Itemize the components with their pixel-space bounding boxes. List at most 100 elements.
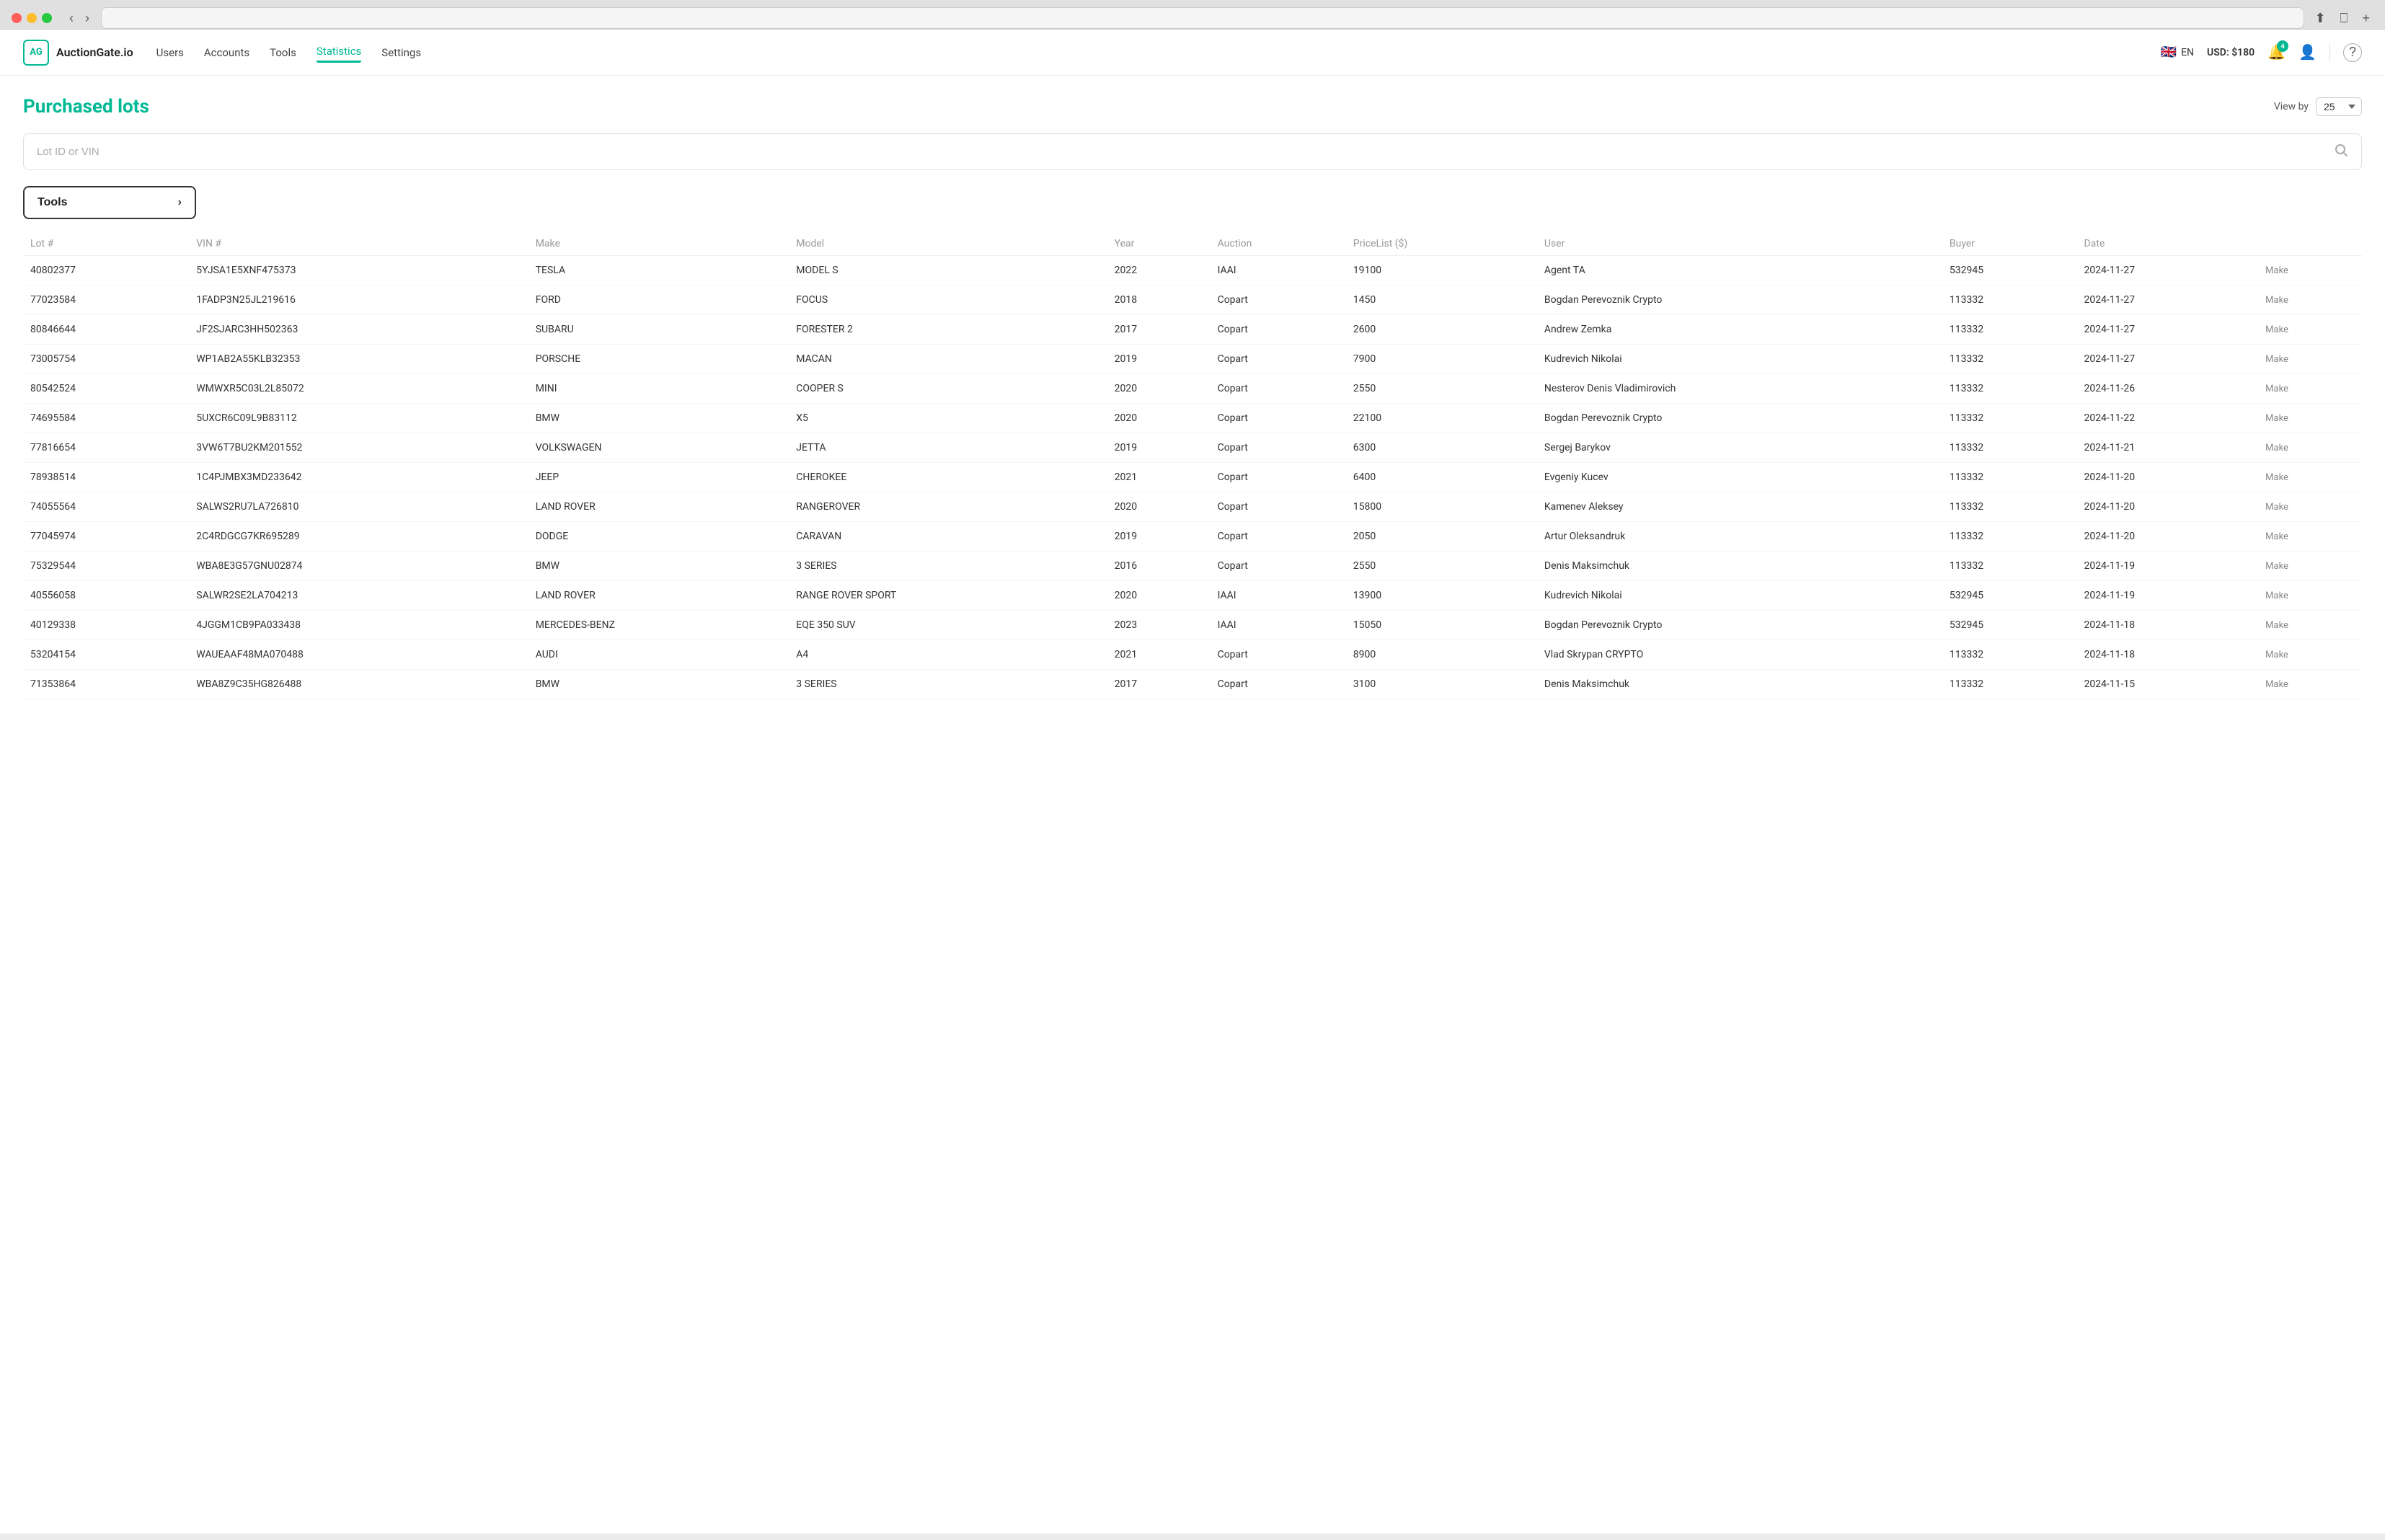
search-input[interactable] [37,146,2334,158]
nav-divider [2329,44,2330,61]
cell-buyer: 113332 [1942,640,2077,670]
nav-links: Users Accounts Tools Statistics Settings [156,42,2161,63]
cell-action[interactable]: Make [2258,552,2362,581]
duplicate-button[interactable]: ⎕ [2337,9,2352,27]
cell-user: Kudrevich Nikolai [1537,345,1942,374]
user-profile-button[interactable]: 👤 [2298,43,2317,61]
nav-settings[interactable]: Settings [381,43,421,62]
table-body: 40802377 5YJSA1E5XNF475373 TESLA MODEL S… [23,256,2362,699]
make-action-link[interactable]: Make [2265,561,2288,572]
cell-model: MACAN [789,345,1107,374]
back-button[interactable]: ‹ [65,9,78,27]
cell-make: SUBARU [528,315,789,345]
cell-lot: 80846644 [23,315,189,345]
cell-action[interactable]: Make [2258,404,2362,433]
table-row: 78938514 1C4PJMBX3MD233642 JEEP CHEROKEE… [23,463,2362,492]
maximize-button[interactable] [42,13,52,23]
make-action-link[interactable]: Make [2265,472,2288,483]
help-button[interactable]: ? [2343,43,2362,62]
cell-action[interactable]: Make [2258,463,2362,492]
make-action-link[interactable]: Make [2265,502,2288,513]
cell-year: 2020 [1107,492,1211,522]
cell-auction: Copart [1211,433,1346,463]
make-action-link[interactable]: Make [2265,531,2288,542]
cell-model: 3 SERIES [789,552,1107,581]
cell-action[interactable]: Make [2258,611,2362,640]
cell-action[interactable]: Make [2258,433,2362,463]
cell-auction: IAAI [1211,581,1346,611]
cell-buyer: 113332 [1942,315,2077,345]
cell-model: A4 [789,640,1107,670]
cell-auction: Copart [1211,345,1346,374]
nav-statistics[interactable]: Statistics [317,42,361,62]
close-button[interactable] [12,13,22,23]
cell-user: Kamenev Aleksey [1537,492,1942,522]
cell-action[interactable]: Make [2258,492,2362,522]
cell-price: 22100 [1346,404,1537,433]
nav-accounts[interactable]: Accounts [204,43,249,62]
cell-lot: 78938514 [23,463,189,492]
share-button[interactable]: ⬆ [2311,9,2329,27]
cell-year: 2021 [1107,463,1211,492]
col-model: Model [789,232,1107,256]
cell-make: TESLA [528,256,789,286]
cell-user: Denis Maksimchuk [1537,670,1942,699]
make-action-link[interactable]: Make [2265,443,2288,453]
make-action-link[interactable]: Make [2265,324,2288,335]
make-action-link[interactable]: Make [2265,413,2288,424]
cell-lot: 77023584 [23,286,189,315]
cell-make: AUDI [528,640,789,670]
make-action-link[interactable]: Make [2265,265,2288,276]
language-selector[interactable]: 🇬🇧 EN [2161,45,2194,60]
flag-icon: 🇬🇧 [2161,45,2177,60]
cell-action[interactable]: Make [2258,315,2362,345]
cell-price: 6300 [1346,433,1537,463]
add-tab-button[interactable]: + [2358,9,2373,27]
table-row: 77816654 3VW6T7BU2KM201552 VOLKSWAGEN JE… [23,433,2362,463]
make-action-link[interactable]: Make [2265,384,2288,394]
cell-lot: 74695584 [23,404,189,433]
cell-action[interactable]: Make [2258,256,2362,286]
cell-action[interactable]: Make [2258,522,2362,552]
cell-price: 2600 [1346,315,1537,345]
cell-vin: WBA8Z9C35HG826488 [189,670,528,699]
cell-vin: 5UXCR6C09L9B83112 [189,404,528,433]
cell-vin: WBA8E3G57GNU02874 [189,552,528,581]
cell-action[interactable]: Make [2258,640,2362,670]
table-row: 77023584 1FADP3N25JL219616 FORD FOCUS 20… [23,286,2362,315]
nav-users[interactable]: Users [156,43,184,62]
table-row: 71353864 WBA8Z9C35HG826488 BMW 3 SERIES … [23,670,2362,699]
cell-action[interactable]: Make [2258,581,2362,611]
url-bar[interactable] [101,7,2304,29]
cell-action[interactable]: Make [2258,286,2362,315]
nav-tools[interactable]: Tools [270,43,296,62]
tools-filter-button[interactable]: Tools › [23,186,196,219]
cell-model: X5 [789,404,1107,433]
notification-button[interactable]: 🔔 4 [2267,43,2286,61]
cell-action[interactable]: Make [2258,345,2362,374]
minimize-button[interactable] [27,13,37,23]
make-action-link[interactable]: Make [2265,295,2288,306]
cell-auction: Copart [1211,522,1346,552]
cell-make: PORSCHE [528,345,789,374]
logo-area: AG AuctionGate.io [23,40,133,66]
view-by-select[interactable]: 25 50 100 [2316,97,2362,116]
cell-user: Bogdan Perevoznik Crypto [1537,286,1942,315]
make-action-link[interactable]: Make [2265,590,2288,601]
make-action-link[interactable]: Make [2265,354,2288,365]
make-action-link[interactable]: Make [2265,650,2288,660]
make-action-link[interactable]: Make [2265,620,2288,631]
forward-button[interactable]: › [81,9,94,27]
cell-action[interactable]: Make [2258,670,2362,699]
col-vin: VIN # [189,232,528,256]
cell-buyer: 532945 [1942,581,2077,611]
cell-date: 2024-11-22 [2076,404,2258,433]
top-nav: AG AuctionGate.io Users Accounts Tools S… [0,30,2385,76]
search-button[interactable] [2334,143,2348,161]
make-action-link[interactable]: Make [2265,679,2288,690]
cell-buyer: 113332 [1942,522,2077,552]
cell-model: 3 SERIES [789,670,1107,699]
cell-action[interactable]: Make [2258,374,2362,404]
cell-model: EQE 350 SUV [789,611,1107,640]
cell-year: 2017 [1107,315,1211,345]
